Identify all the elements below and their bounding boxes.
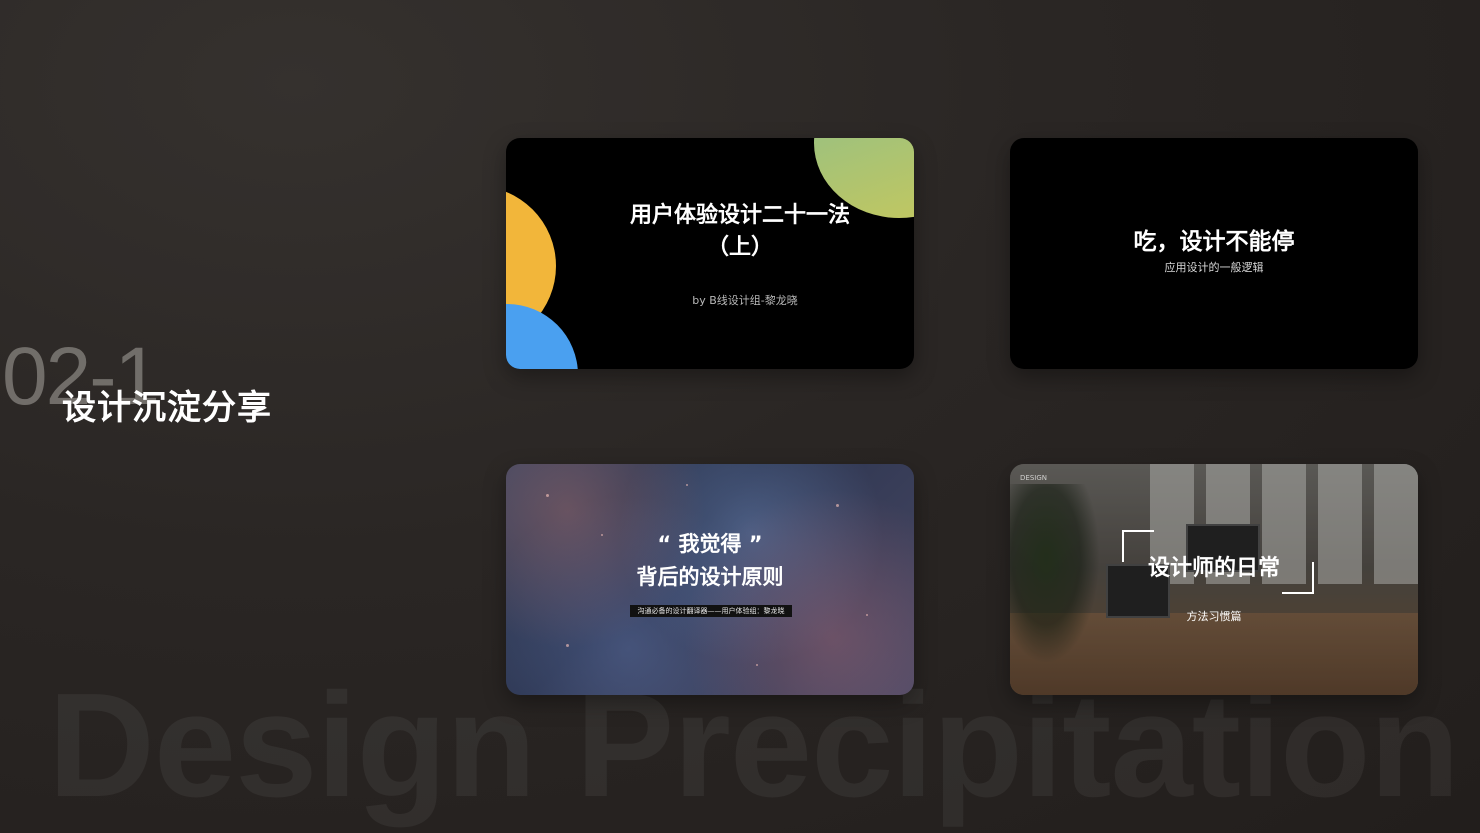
speck-decoration — [836, 504, 839, 507]
card-title-line2: （上） — [706, 235, 773, 260]
speck-decoration — [546, 494, 549, 497]
card-small-text: DESIGN — [1020, 474, 1047, 482]
card-subtitle: 应用设计的一般逻辑 — [1164, 261, 1264, 274]
card-tag: 沟通必备的设计翻译器——用户体验组：黎龙晓 — [630, 605, 792, 617]
card-design-cannot-stop[interactable]: 吃，设计不能停 应用设计的一般逻辑 — [1010, 138, 1418, 369]
card-quote: “ 我觉得 ” — [657, 532, 763, 556]
speck-decoration — [686, 484, 688, 486]
card-title: 吃，设计不能停 — [1133, 229, 1295, 255]
speck-decoration — [566, 644, 569, 647]
blue-circle-decoration — [506, 304, 578, 369]
card-title: 用户体验设计二十一法 （上） — [566, 200, 914, 264]
card-title: 背后的设计原则 — [636, 565, 784, 589]
card-title: 设计师的日常 — [1147, 556, 1280, 581]
card-byline: by B线设计组-黎龙晓 — [692, 294, 798, 307]
speck-decoration — [866, 614, 868, 616]
card-subtitle: 方法习惯篇 — [1186, 610, 1242, 623]
card-design-principles[interactable]: “ 我觉得 ” 背后的设计原则 沟通必备的设计翻译器——用户体验组：黎龙晓 — [506, 464, 914, 695]
card-title-line1: 用户体验设计二十一法 — [629, 203, 850, 228]
card-designer-daily[interactable]: DESIGN 设计师的日常 方法习惯篇 — [1010, 464, 1418, 695]
speck-decoration — [756, 664, 758, 666]
card-ux-design-21-rules[interactable]: 用户体验设计二十一法 （上） by B线设计组-黎龙晓 — [506, 138, 914, 369]
section-title: 设计沉淀分享 — [62, 388, 272, 428]
